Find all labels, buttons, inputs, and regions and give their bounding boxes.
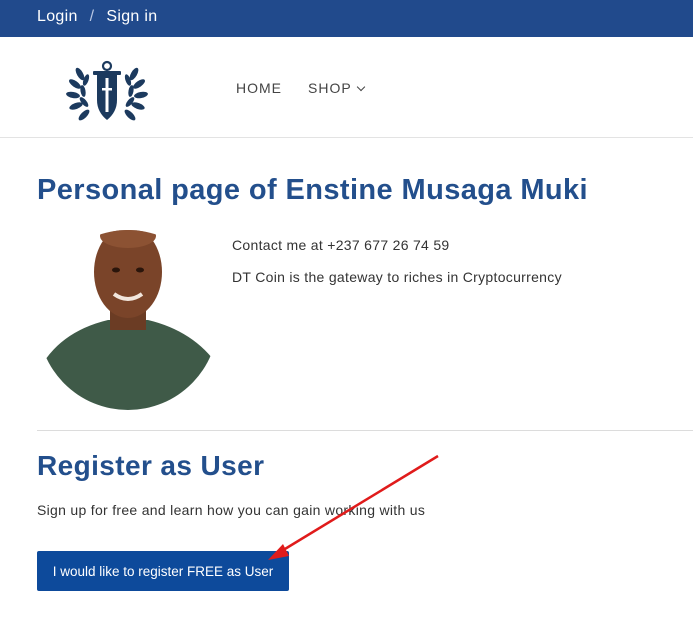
main-nav: HOME SHOP (236, 80, 390, 96)
nav-item-shop[interactable]: SHOP (308, 80, 365, 96)
auth-links: Login / Sign in (37, 8, 157, 26)
section-divider (37, 430, 693, 431)
nav-item-home[interactable]: HOME (236, 80, 282, 96)
login-link[interactable]: Login (37, 8, 78, 25)
register-title: Register as User (37, 450, 265, 481)
page-title: Personal page of Enstine Musaga Muki (37, 174, 589, 206)
register-description: Sign up for free and learn how you can g… (37, 502, 426, 518)
chevron-down-icon (356, 82, 365, 92)
auth-separator: / (89, 8, 95, 25)
site-header: HOME SHOP (0, 37, 693, 138)
anchor-laurel-logo-icon[interactable] (66, 60, 148, 124)
profile-avatar (38, 230, 218, 410)
signin-link[interactable]: Sign in (106, 8, 157, 25)
register-free-button[interactable]: I would like to register FREE as User (37, 551, 289, 591)
top-bar: Login / Sign in (0, 0, 693, 37)
tagline-text: DT Coin is the gateway to riches in Cryp… (232, 269, 562, 285)
contact-text: Contact me at +237 677 26 74 59 (232, 237, 450, 253)
nav-item-shop-label: SHOP (308, 80, 352, 96)
